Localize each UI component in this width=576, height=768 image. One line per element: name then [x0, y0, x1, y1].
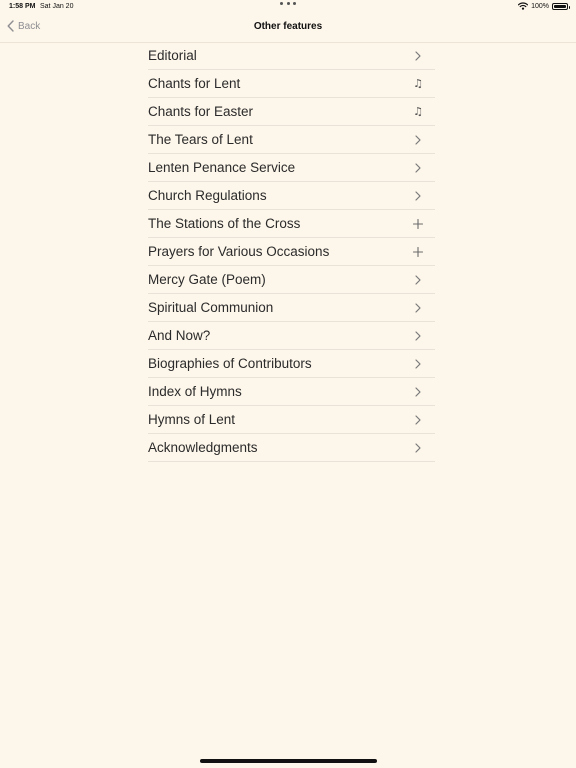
list-item[interactable]: Acknowledgments — [148, 434, 435, 462]
page-title: Other features — [253, 21, 323, 32]
chevron-right-icon — [411, 190, 425, 201]
list-item-label: Lenten Penance Service — [148, 160, 296, 175]
list-item[interactable]: Biographies of Contributors — [148, 350, 435, 378]
list-item-label: Acknowledgments — [148, 440, 258, 455]
list-item-label: Spiritual Communion — [148, 300, 274, 315]
battery-icon — [552, 2, 570, 10]
status-indicators: 100% — [518, 2, 570, 10]
list-item-label: Church Regulations — [148, 188, 267, 203]
music-note-icon: ♫ — [413, 77, 423, 90]
list-item[interactable]: Church Regulations — [148, 182, 435, 210]
features-list: Editorial Chants for Lent ♫ Chants for East… — [148, 42, 435, 462]
list-item-label: The Tears of Lent — [148, 132, 253, 147]
list-item[interactable]: Lenten Penance Service — [148, 154, 435, 182]
battery-percent: 100% — [531, 2, 549, 10]
list-item[interactable]: Prayers for Various Occasions — [148, 238, 435, 266]
plus-icon — [411, 218, 425, 229]
status-bar: 1:58 PM Sat Jan 20 100% — [0, 0, 576, 14]
chevron-right-icon — [411, 274, 425, 285]
chevron-right-icon — [411, 50, 425, 61]
list-item-label: Biographies of Contributors — [148, 356, 312, 371]
chevron-right-icon — [411, 442, 425, 453]
list-item-label: The Stations of the Cross — [148, 216, 301, 231]
wifi-icon — [518, 2, 529, 10]
navigation-bar: Back Other features — [0, 14, 576, 43]
chevron-right-icon — [411, 162, 425, 173]
plus-icon — [411, 246, 425, 257]
list-item-label: Editorial — [148, 48, 197, 63]
chevron-right-icon — [411, 386, 425, 397]
multitasking-dots-icon[interactable] — [280, 2, 296, 5]
list-item[interactable]: Hymns of Lent — [148, 406, 435, 434]
list-item[interactable]: Spiritual Communion — [148, 294, 435, 322]
chevron-right-icon — [411, 330, 425, 341]
list-item[interactable]: Mercy Gate (Poem) — [148, 266, 435, 294]
status-time: 1:58 PM — [9, 3, 36, 10]
list-item-label: Chants for Easter — [148, 104, 254, 119]
list-item-label: And Now? — [148, 328, 211, 343]
list-item[interactable]: Chants for Lent ♫ — [148, 70, 435, 98]
list-item[interactable]: The Stations of the Cross — [148, 210, 435, 238]
list-item-label: Prayers for Various Occasions — [148, 244, 330, 259]
music-note-icon: ♫ — [413, 105, 423, 118]
list-item-label: Mercy Gate (Poem) — [148, 272, 266, 287]
list-item[interactable]: Chants for Easter ♫ — [148, 98, 435, 126]
chevron-right-icon — [411, 414, 425, 425]
list-item[interactable]: The Tears of Lent — [148, 126, 435, 154]
list-item[interactable]: Editorial — [148, 42, 435, 70]
chevron-right-icon — [411, 134, 425, 145]
chevron-right-icon — [411, 302, 425, 313]
list-item-label: Index of Hymns — [148, 384, 242, 399]
home-indicator[interactable] — [200, 759, 377, 763]
chevron-right-icon — [411, 358, 425, 369]
list-item[interactable]: And Now? — [148, 322, 435, 350]
status-date: Sat Jan 20 — [40, 3, 74, 10]
list-item-label: Hymns of Lent — [148, 412, 236, 427]
list-item[interactable]: Index of Hymns — [148, 378, 435, 406]
list-item-label: Chants for Lent — [148, 76, 241, 91]
